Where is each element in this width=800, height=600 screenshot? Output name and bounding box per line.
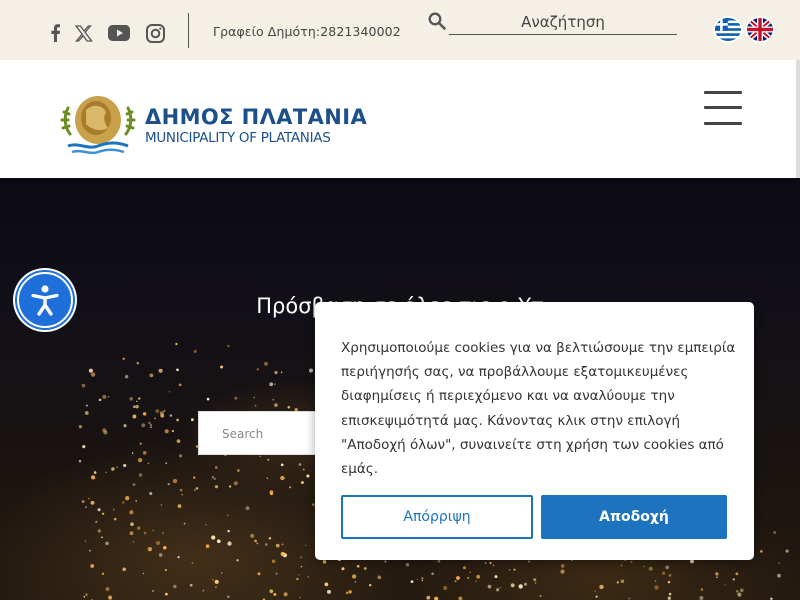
accessibility-button[interactable] bbox=[13, 268, 77, 332]
youtube-icon[interactable] bbox=[107, 22, 131, 44]
site-search-input[interactable] bbox=[449, 10, 677, 35]
site-header: ΔΗΜΟΣ ΠΛΑΤΑΝΙΑ MUNICIPALITY OF PLATANIAS bbox=[0, 60, 800, 178]
municipality-logo-emblem[interactable] bbox=[56, 90, 140, 163]
header-scrollbar[interactable] bbox=[796, 60, 800, 178]
cookie-consent-dialog: Χρησιμοποιούμε cookies για να βελτιώσουμ… bbox=[315, 302, 754, 560]
logo-subtitle: MUNICIPALITY OF PLATANIAS bbox=[145, 130, 331, 146]
menu-hamburger-icon[interactable] bbox=[704, 89, 744, 129]
topbar-divider bbox=[188, 13, 189, 48]
x-twitter-icon[interactable] bbox=[72, 22, 96, 44]
accessibility-person-icon bbox=[31, 285, 59, 316]
hero-search-input[interactable]: Search bbox=[198, 411, 328, 455]
reject-cookies-button[interactable]: Απόρριψη bbox=[341, 495, 533, 539]
search-icon[interactable] bbox=[428, 12, 446, 35]
instagram-icon[interactable] bbox=[143, 22, 167, 44]
cookie-consent-text: Χρησιμοποιούμε cookies για να βελτιώσουμ… bbox=[341, 340, 736, 478]
greek-flag-icon[interactable] bbox=[715, 18, 741, 41]
facebook-icon[interactable] bbox=[43, 22, 67, 44]
logo-title: ΔΗΜΟΣ ΠΛΑΤΑΝΙΑ bbox=[145, 105, 368, 129]
uk-flag-icon[interactable] bbox=[747, 18, 773, 41]
top-bar: Γραφείο Δημότη:2821340002 bbox=[0, 0, 800, 60]
accept-cookies-button[interactable]: Αποδοχή bbox=[541, 495, 727, 539]
citizen-office-phone: Γραφείο Δημότη:2821340002 bbox=[213, 24, 401, 39]
